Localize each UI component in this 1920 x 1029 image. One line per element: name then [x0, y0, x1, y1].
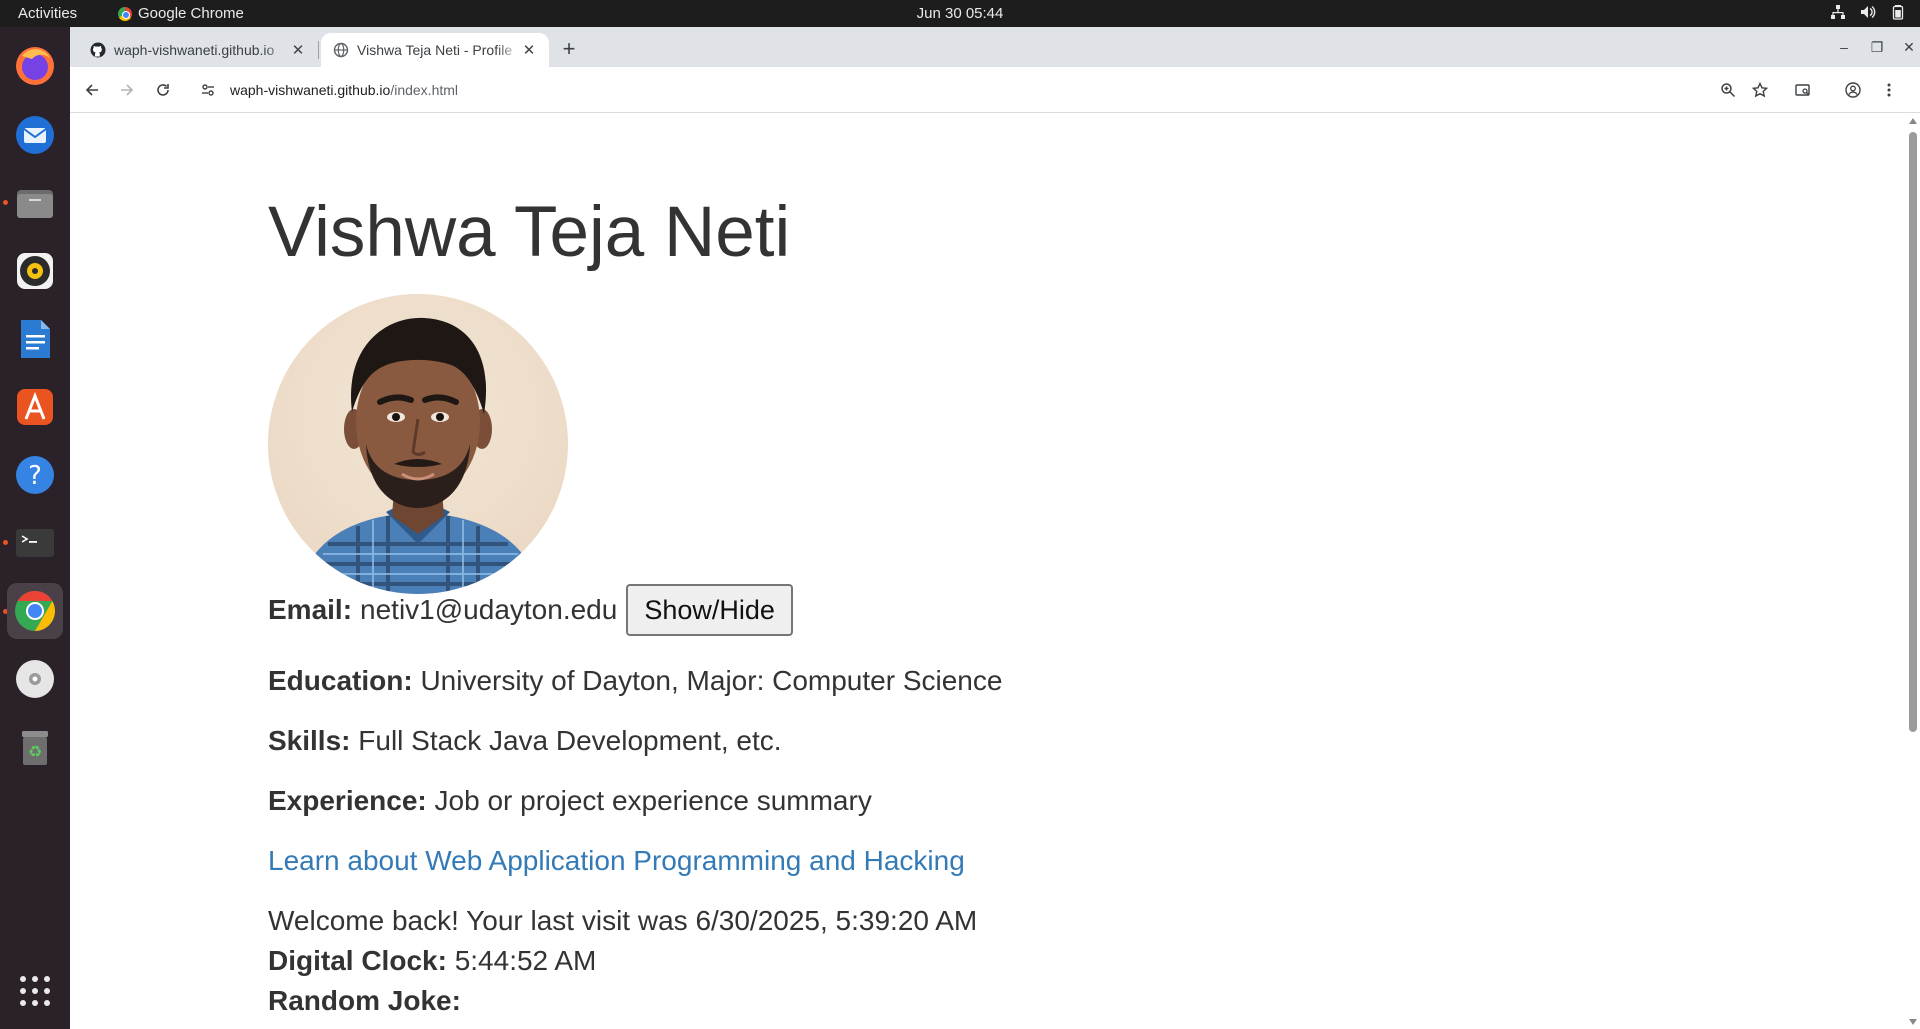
tab-close-icon[interactable]: ✕ — [290, 41, 306, 59]
show-apps-icon[interactable] — [7, 963, 63, 1019]
address-bar[interactable]: waph-vishwaneti.github.io/index.html — [188, 72, 1838, 108]
bookmark-button[interactable] — [1747, 77, 1773, 103]
digital-clock-value: 5:44:52 AM — [454, 945, 597, 976]
menu-button[interactable] — [1876, 77, 1902, 103]
url-text[interactable]: waph-vishwaneti.github.io/index.html — [230, 82, 458, 98]
svg-text:?: ? — [28, 461, 42, 491]
chrome-dock-icon[interactable] — [7, 583, 63, 639]
experience-label: Experience: — [268, 785, 427, 816]
account-icon — [1845, 82, 1861, 98]
arrow-right-icon — [121, 84, 134, 96]
arrow-left-icon — [85, 84, 98, 96]
tab-strip: waph-vishwaneti.github.io ✕ Vishwa Teja … — [70, 27, 1920, 67]
tab-close-icon[interactable]: ✕ — [521, 41, 537, 59]
tab-title: waph-vishwaneti.github.io — [114, 42, 275, 58]
forward-button[interactable] — [114, 77, 140, 103]
restore-icon[interactable]: ❐ — [1867, 39, 1887, 56]
svg-text:♻: ♻ — [28, 742, 42, 761]
course-link[interactable]: Learn about Web Application Programming … — [268, 845, 965, 877]
email-row: Email: netiv1@udayton.edu Show/Hide — [268, 584, 793, 636]
welcome-message: Welcome back! Your last visit was 6/30/2… — [268, 905, 978, 936]
rhythmbox-icon[interactable] — [7, 243, 63, 299]
education-value: University of Dayton, Major: Computer Sc… — [420, 665, 1003, 696]
profile-button[interactable] — [1840, 77, 1866, 103]
trash-icon[interactable]: ♻ — [7, 719, 63, 775]
experience-value: Job or project experience summary — [434, 785, 872, 816]
close-window-icon[interactable]: ✕ — [1899, 39, 1919, 56]
random-joke-row: Random Joke: — [268, 985, 461, 1017]
dock: ? ♻ — [0, 27, 70, 1029]
reload-icon — [157, 84, 169, 96]
libreoffice-writer-icon[interactable] — [7, 311, 63, 367]
browser-toolbar: waph-vishwaneti.github.io/index.html — [70, 67, 1920, 113]
random-joke-label: Random Joke: — [268, 985, 461, 1016]
scroll-up-icon[interactable] — [1909, 118, 1917, 124]
tab-profile[interactable]: Vishwa Teja Neti - Profile ✕ — [321, 33, 549, 67]
url-path: /index.html — [390, 82, 459, 98]
globe-icon — [333, 42, 349, 58]
system-clock[interactable]: Jun 30 05:44 — [917, 5, 1004, 22]
skills-label: Skills: — [268, 725, 351, 756]
activities-button[interactable]: Activities — [18, 5, 77, 22]
page-scrollbar[interactable] — [1906, 114, 1920, 1029]
tab-search-button[interactable] — [1790, 77, 1816, 103]
tab-github[interactable]: waph-vishwaneti.github.io ✕ — [78, 33, 318, 67]
education-label: Education: — [268, 665, 413, 696]
skills-value: Full Stack Java Development, etc. — [358, 725, 782, 756]
url-host: waph-vishwaneti.github.io — [230, 82, 391, 98]
zoom-button[interactable] — [1715, 77, 1741, 103]
chrome-icon — [118, 6, 132, 21]
site-info-icon[interactable] — [200, 82, 216, 98]
page-viewport: Vishwa Teja Neti Email: netiv1@udayton.e… — [70, 114, 1920, 1029]
digital-clock-label: Digital Clock: — [268, 945, 447, 976]
terminal-icon[interactable] — [7, 515, 63, 571]
system-top-bar: Activities Google Chrome Jun 30 05:44 — [0, 0, 1920, 27]
email-label: Email: — [268, 594, 353, 625]
app-menu[interactable]: Google Chrome — [118, 5, 244, 22]
skills-row: Skills: Full Stack Java Development, etc… — [268, 725, 782, 757]
disc-icon[interactable] — [7, 651, 63, 707]
page-title: Vishwa Teja Neti — [268, 193, 791, 272]
github-icon — [90, 42, 106, 58]
star-icon — [1752, 82, 1768, 98]
clock-area: Jun 30 05:44 — [0, 5, 1920, 22]
thunderbird-icon[interactable] — [7, 107, 63, 163]
tab-title: Vishwa Teja Neti - Profile — [357, 42, 513, 58]
new-tab-button[interactable]: + — [556, 37, 582, 63]
scroll-down-icon[interactable] — [1909, 1019, 1917, 1025]
digital-clock-row: Digital Clock: 5:44:52 AM — [268, 945, 596, 977]
zoom-icon — [1721, 83, 1736, 98]
tab-separator — [318, 41, 319, 59]
minimize-icon[interactable]: – — [1834, 39, 1854, 55]
more-vert-icon — [1887, 83, 1891, 97]
firefox-icon[interactable] — [7, 37, 63, 93]
experience-row: Experience: Job or project experience su… — [268, 785, 872, 817]
scroll-thumb[interactable] — [1909, 132, 1917, 732]
system-tray[interactable] — [1830, 4, 1906, 20]
reload-button[interactable] — [150, 77, 176, 103]
battery-icon — [1892, 5, 1904, 20]
tab-search-icon — [1795, 84, 1810, 96]
volume-icon — [1861, 5, 1876, 19]
app-center-icon[interactable] — [7, 379, 63, 435]
app-menu-label: Google Chrome — [138, 5, 244, 22]
education-row: Education: University of Dayton, Major: … — [268, 665, 1002, 697]
help-icon[interactable]: ? — [7, 447, 63, 503]
show-hide-button[interactable]: Show/Hide — [626, 584, 793, 636]
back-button[interactable] — [79, 77, 105, 103]
network-icon — [1831, 5, 1845, 19]
email-value: netiv1@udayton.edu — [360, 594, 618, 625]
files-icon[interactable] — [7, 175, 63, 231]
profile-photo — [268, 294, 568, 594]
